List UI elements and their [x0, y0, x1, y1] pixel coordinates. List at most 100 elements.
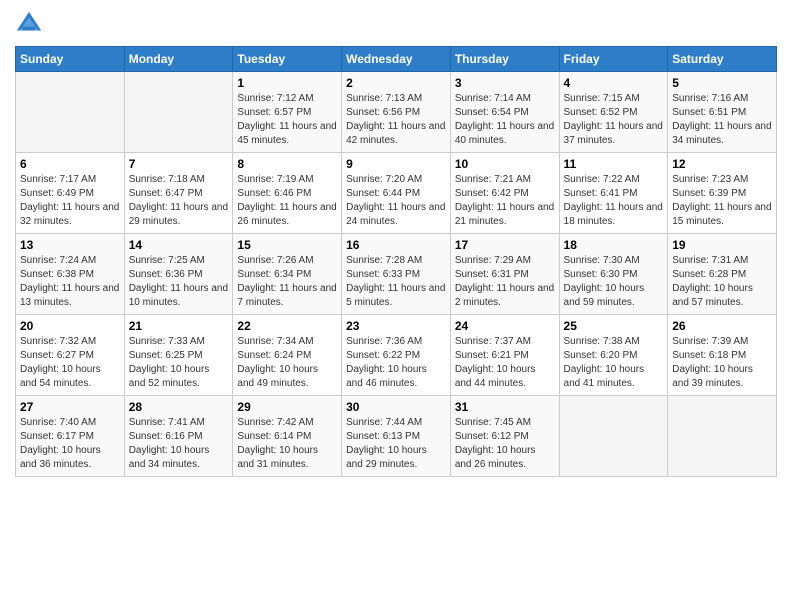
day-info: Sunrise: 7:42 AMSunset: 6:14 PMDaylight:… [237, 416, 337, 472]
day-cell: 1 Sunrise: 7:12 AMSunset: 6:57 PMDaylight… [233, 72, 342, 153]
day-number: 20 [20, 319, 120, 333]
day-info: Sunrise: 7:16 AMSunset: 6:51 PMDaylight:… [672, 92, 772, 148]
day-number: 21 [129, 319, 229, 333]
week-row-4: 20 Sunrise: 7:32 AMSunset: 6:27 PMDayligh… [16, 315, 777, 396]
day-header-friday: Friday [559, 47, 668, 72]
page-header [15, 10, 777, 38]
day-cell: 24Sunrise: 7:37 AMSunset: 6:21 PMDayligh… [450, 315, 559, 396]
day-info: Sunrise: 7:33 AMSunset: 6:25 PMDaylight:… [129, 335, 229, 391]
day-header-thursday: Thursday [450, 47, 559, 72]
day-cell: 7 Sunrise: 7:18 AMSunset: 6:47 PMDaylight… [124, 153, 233, 234]
calendar-table: SundayMondayTuesdayWednesdayThursdayFrid… [15, 46, 777, 477]
day-info: Sunrise: 7:20 AMSunset: 6:44 PMDaylight:… [346, 173, 446, 229]
day-cell: 4 Sunrise: 7:15 AMSunset: 6:52 PMDaylight… [559, 72, 668, 153]
day-number: 30 [346, 400, 446, 414]
day-number: 8 [237, 157, 337, 171]
day-cell: 13Sunrise: 7:24 AMSunset: 6:38 PMDayligh… [16, 234, 125, 315]
week-row-1: 1 Sunrise: 7:12 AMSunset: 6:57 PMDaylight… [16, 72, 777, 153]
day-number: 11 [564, 157, 664, 171]
logo-icon [15, 10, 43, 38]
day-cell [16, 72, 125, 153]
day-number: 28 [129, 400, 229, 414]
day-number: 5 [672, 76, 772, 90]
day-header-sunday: Sunday [16, 47, 125, 72]
day-number: 3 [455, 76, 555, 90]
day-info: Sunrise: 7:31 AMSunset: 6:28 PMDaylight:… [672, 254, 772, 310]
day-cell: 30Sunrise: 7:44 AMSunset: 6:13 PMDayligh… [342, 396, 451, 477]
day-cell: 17 Sunrise: 7:29 AMSunset: 6:31 PMDayligh… [450, 234, 559, 315]
day-cell: 25 Sunrise: 7:38 AMSunset: 6:20 PMDayligh… [559, 315, 668, 396]
day-info: Sunrise: 7:38 AMSunset: 6:20 PMDaylight:… [564, 335, 664, 391]
week-row-5: 27 Sunrise: 7:40 AMSunset: 6:17 PMDayligh… [16, 396, 777, 477]
day-info: Sunrise: 7:19 AMSunset: 6:46 PMDaylight:… [237, 173, 337, 229]
day-number: 16 [346, 238, 446, 252]
day-info: Sunrise: 7:13 AMSunset: 6:56 PMDaylight:… [346, 92, 446, 148]
day-header-tuesday: Tuesday [233, 47, 342, 72]
day-number: 1 [237, 76, 337, 90]
day-cell: 3 Sunrise: 7:14 AMSunset: 6:54 PMDaylight… [450, 72, 559, 153]
logo [15, 10, 47, 38]
day-info: Sunrise: 7:32 AMSunset: 6:27 PMDaylight:… [20, 335, 120, 391]
day-cell: 10 Sunrise: 7:21 AMSunset: 6:42 PMDayligh… [450, 153, 559, 234]
day-info: Sunrise: 7:26 AMSunset: 6:34 PMDaylight:… [237, 254, 337, 310]
day-info: Sunrise: 7:41 AMSunset: 6:16 PMDaylight:… [129, 416, 229, 472]
day-number: 15 [237, 238, 337, 252]
day-cell: 2 Sunrise: 7:13 AMSunset: 6:56 PMDaylight… [342, 72, 451, 153]
day-cell: 6 Sunrise: 7:17 AMSunset: 6:49 PMDaylight… [16, 153, 125, 234]
day-number: 4 [564, 76, 664, 90]
day-info: Sunrise: 7:34 AMSunset: 6:24 PMDaylight:… [237, 335, 337, 391]
day-number: 22 [237, 319, 337, 333]
day-number: 14 [129, 238, 229, 252]
day-cell: 22 Sunrise: 7:34 AMSunset: 6:24 PMDayligh… [233, 315, 342, 396]
day-cell: 15 Sunrise: 7:26 AMSunset: 6:34 PMDayligh… [233, 234, 342, 315]
day-info: Sunrise: 7:45 AMSunset: 6:12 PMDaylight:… [455, 416, 555, 472]
day-number: 25 [564, 319, 664, 333]
day-cell: 23 Sunrise: 7:36 AMSunset: 6:22 PMDayligh… [342, 315, 451, 396]
day-number: 13 [20, 238, 120, 252]
day-cell: 21 Sunrise: 7:33 AMSunset: 6:25 PMDayligh… [124, 315, 233, 396]
day-cell: 9Sunrise: 7:20 AMSunset: 6:44 PMDaylight… [342, 153, 451, 234]
day-cell: 31 Sunrise: 7:45 AMSunset: 6:12 PMDayligh… [450, 396, 559, 477]
day-header-wednesday: Wednesday [342, 47, 451, 72]
day-number: 6 [20, 157, 120, 171]
day-info: Sunrise: 7:36 AMSunset: 6:22 PMDaylight:… [346, 335, 446, 391]
day-info: Sunrise: 7:14 AMSunset: 6:54 PMDaylight:… [455, 92, 555, 148]
day-cell: 19 Sunrise: 7:31 AMSunset: 6:28 PMDayligh… [668, 234, 777, 315]
day-info: Sunrise: 7:30 AMSunset: 6:30 PMDaylight:… [564, 254, 664, 310]
day-info: Sunrise: 7:18 AMSunset: 6:47 PMDaylight:… [129, 173, 229, 229]
day-info: Sunrise: 7:21 AMSunset: 6:42 PMDaylight:… [455, 173, 555, 229]
day-number: 2 [346, 76, 446, 90]
day-cell: 16 Sunrise: 7:28 AMSunset: 6:33 PMDayligh… [342, 234, 451, 315]
day-number: 23 [346, 319, 446, 333]
day-cell [559, 396, 668, 477]
day-number: 7 [129, 157, 229, 171]
day-number: 19 [672, 238, 772, 252]
day-number: 31 [455, 400, 555, 414]
day-number: 12 [672, 157, 772, 171]
day-number: 10 [455, 157, 555, 171]
day-info: Sunrise: 7:28 AMSunset: 6:33 PMDaylight:… [346, 254, 446, 310]
day-cell: 14 Sunrise: 7:25 AMSunset: 6:36 PMDayligh… [124, 234, 233, 315]
day-cell: 20 Sunrise: 7:32 AMSunset: 6:27 PMDayligh… [16, 315, 125, 396]
day-info: Sunrise: 7:40 AMSunset: 6:17 PMDaylight:… [20, 416, 120, 472]
week-row-2: 6 Sunrise: 7:17 AMSunset: 6:49 PMDaylight… [16, 153, 777, 234]
day-info: Sunrise: 7:12 AMSunset: 6:57 PMDaylight:… [237, 92, 337, 148]
day-cell [124, 72, 233, 153]
day-number: 17 [455, 238, 555, 252]
day-cell [668, 396, 777, 477]
day-cell: 8 Sunrise: 7:19 AMSunset: 6:46 PMDaylight… [233, 153, 342, 234]
day-cell: 28 Sunrise: 7:41 AMSunset: 6:16 PMDayligh… [124, 396, 233, 477]
day-header-row: SundayMondayTuesdayWednesdayThursdayFrid… [16, 47, 777, 72]
day-cell: 29Sunrise: 7:42 AMSunset: 6:14 PMDayligh… [233, 396, 342, 477]
week-row-3: 13Sunrise: 7:24 AMSunset: 6:38 PMDayligh… [16, 234, 777, 315]
day-info: Sunrise: 7:15 AMSunset: 6:52 PMDaylight:… [564, 92, 664, 148]
day-info: Sunrise: 7:17 AMSunset: 6:49 PMDaylight:… [20, 173, 120, 229]
day-cell: 26Sunrise: 7:39 AMSunset: 6:18 PMDayligh… [668, 315, 777, 396]
day-info: Sunrise: 7:25 AMSunset: 6:36 PMDaylight:… [129, 254, 229, 310]
day-info: Sunrise: 7:29 AMSunset: 6:31 PMDaylight:… [455, 254, 555, 310]
day-cell: 12Sunrise: 7:23 AMSunset: 6:39 PMDayligh… [668, 153, 777, 234]
day-number: 27 [20, 400, 120, 414]
day-header-saturday: Saturday [668, 47, 777, 72]
day-info: Sunrise: 7:39 AMSunset: 6:18 PMDaylight:… [672, 335, 772, 391]
day-cell: 11Sunrise: 7:22 AMSunset: 6:41 PMDayligh… [559, 153, 668, 234]
